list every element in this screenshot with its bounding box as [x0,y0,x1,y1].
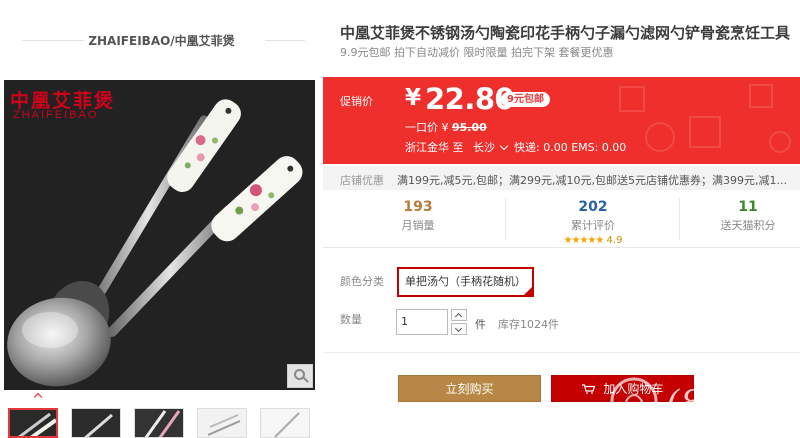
free-shipping-badge: 9元包邮 [501,92,550,107]
magnifier-handle [303,377,309,383]
section-divider [323,352,800,353]
original-price-currency: ¥ [441,121,449,134]
buy-now-button[interactable]: 立刻购买 [398,375,541,402]
details-column: 中凰艾菲煲不锈钢汤勺陶瓷印花手柄勺子漏勺滤网勺铲骨瓷烹饪工具 9.9元包邮 拍下… [323,0,800,438]
destination-select[interactable]: 长沙 [473,141,514,154]
promo-price-label: 促销价 [340,95,373,108]
ship-to-label: 至 [452,141,464,154]
reviews-value: 202 [578,199,608,215]
color-label: 颜色分类 [340,275,384,288]
coupon-text[interactable]: 满199元,减5元,包邮；满299元,减10元,包邮送5元店铺优惠券；满399元… [397,172,787,188]
chevron-down-icon [499,141,508,151]
thumbnail-4[interactable] [197,408,247,438]
selected-corner-icon [524,287,532,295]
shipping-fees: 快递: 0.00 EMS: 0.00 [514,141,627,154]
price-panel-pattern [619,84,791,153]
ladle-illustration [4,80,315,390]
thumbnail-1[interactable] [8,408,58,438]
thumbnail-3[interactable] [134,408,184,438]
zoom-icon[interactable] [287,364,313,388]
stat-reviews[interactable]: 202 累计评价 ★★★★★ 4.9 [538,199,648,246]
quantity-increase-button[interactable] [451,309,467,321]
quantity-label: 数量 [340,313,362,326]
rating-score: 4.9 [606,235,623,246]
original-price: 95.00 [452,121,487,134]
thumbnail-1-image [10,410,56,436]
original-price-row: 一口价 ¥ 95.00 [405,119,487,135]
stats-divider-1 [505,198,506,240]
stock-count: 库存1024件 [498,318,559,331]
ship-from: 浙江金华 [405,141,449,154]
quantity-unit: 件 [475,318,486,331]
shop-coupon-row: 店铺优惠 满199元,减5元,包邮；满299元,减10元,包邮送5元店铺优惠券；… [323,166,800,190]
stats-divider-2 [679,198,680,240]
original-price-label: 一口价 [405,121,438,134]
main-product-image[interactable]: 中凰艾菲煲 ZHAIFEIBAO [4,80,315,390]
points-label: 送天猫积分 [720,219,776,232]
price-currency: ¥ [405,85,422,111]
brand-logo-en: ZHAIFEIBAO [13,109,99,121]
monthly-sales-label: 月销量 [401,219,435,232]
thumbnail-strip [8,408,318,438]
product-title: 中凰艾菲煲不锈钢汤勺陶瓷印花手柄勺子漏勺滤网勺铲骨瓷烹饪工具 [340,24,791,42]
product-subtitle: 9.9元包邮 拍下自动减价 限时限量 拍完下架 套餐更优惠 [340,46,614,59]
review-rating: ★★★★★ 4.9 [538,235,648,246]
coupon-label: 店铺优惠 [340,174,384,187]
thumbnail-2[interactable] [71,408,121,438]
rating-stars-icon: ★★★★★ [563,235,605,246]
thumbnail-5-image [261,409,309,437]
price-panel: 促销价 ¥ 22.80 9元包邮 一口价 ¥ 95.00 浙江金华 至 长沙 快… [323,77,800,164]
chevron-up-icon [454,312,463,321]
product-page: ZHAIFEIBAO/中凰艾菲煲 中凰艾菲煲 ZHAIFEIBAO 中凰艾菲煲不… [0,0,800,438]
reviews-label: 累计评价 [571,219,615,232]
monthly-sales-value: 193 [403,199,433,215]
chevron-down-icon [454,324,463,333]
destination-city: 长沙 [473,141,495,154]
add-to-cart-button[interactable]: 加入购物车 [551,375,694,402]
points-value: 11 [738,199,758,215]
color-option-selected[interactable]: 单把汤勺（手柄花随机） [397,267,534,297]
stat-points: 11 送天猫积分 [703,199,793,233]
add-to-cart-label: 加入购物车 [603,382,664,396]
shop-header: ZHAIFEIBAO/中凰艾菲煲 [0,0,323,78]
shipping-row: 浙江金华 至 长沙 快递: 0.00 EMS: 0.00 [405,139,626,155]
thumbnail-4-image [198,409,246,437]
stat-monthly-sales: 193 月销量 [378,199,458,233]
stats-bar: 193 月销量 202 累计评价 ★★★★★ 4.9 11 送天猫积分 [323,190,800,248]
color-option-text: 单把汤勺（手柄花随机） [405,275,526,288]
thumbnail-3-image [135,409,183,437]
thumbnail-2-image [72,409,120,437]
thumbnail-5[interactable] [260,408,310,438]
header-rule-right [265,40,305,41]
thumbnail-pointer-icon [33,392,43,402]
quantity-input[interactable]: 1 [396,309,448,335]
gallery-column: ZHAIFEIBAO/中凰艾菲煲 中凰艾菲煲 ZHAIFEIBAO [0,0,323,438]
quantity-decrease-button[interactable] [451,323,467,335]
cart-icon [581,384,595,394]
